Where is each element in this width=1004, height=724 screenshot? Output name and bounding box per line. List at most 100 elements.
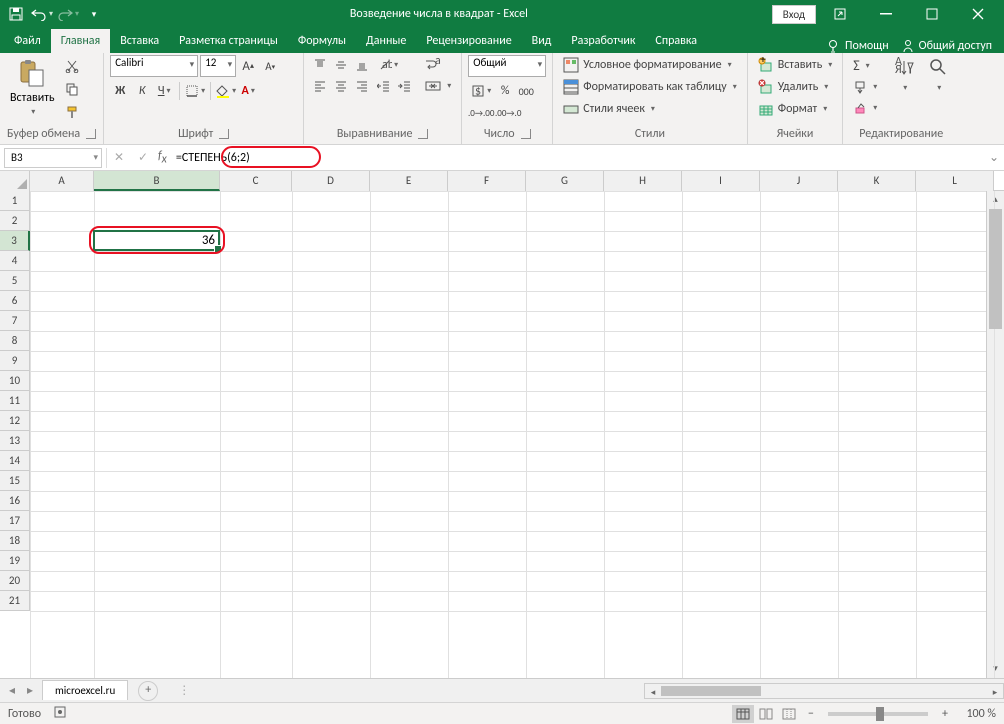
col-header-i[interactable]: I [682,171,760,191]
select-all-button[interactable] [0,171,30,191]
row-header-7[interactable]: 7 [0,311,30,331]
insert-cells-button[interactable]: +Вставить▾ [754,55,837,75]
align-right-icon[interactable] [352,76,372,96]
zoom-slider[interactable] [828,712,928,716]
row-header-1[interactable]: 1 [0,191,30,211]
increase-decimal-icon[interactable]: .0→.00 [468,103,494,123]
conditional-formatting-button[interactable]: Условное форматирование▾ [559,55,741,75]
alignment-launcher[interactable] [418,129,428,139]
percent-format-icon[interactable]: % [495,81,515,101]
wrap-text-button[interactable]: ab [421,55,455,75]
save-icon[interactable] [4,2,28,26]
row-header-12[interactable]: 12 [0,411,30,431]
clipboard-launcher[interactable] [86,129,96,139]
cut-icon[interactable] [61,55,83,77]
macro-record-icon[interactable] [53,705,67,723]
border-button[interactable]: ▾ [185,81,205,101]
name-box[interactable]: B3 [4,148,102,168]
zoom-out-button[interactable]: − [808,707,814,721]
redo-icon[interactable]: ▾ [56,2,80,26]
autosum-button[interactable]: Σ▾ [849,55,881,76]
sheet-tab[interactable]: microexcel.ru [42,680,128,700]
tab-insert[interactable]: Вставка [110,29,169,53]
zoom-level[interactable]: 100 % [956,707,996,721]
font-size-select[interactable]: 12 [200,55,236,77]
row-header-2[interactable]: 2 [0,211,30,231]
col-header-j[interactable]: J [760,171,838,191]
copy-icon[interactable] [61,78,83,100]
horizontal-scrollbar[interactable]: ◂ ▸ [644,683,1004,699]
zoom-in-button[interactable]: + [942,707,948,721]
scroll-up-icon[interactable]: ▴ [987,191,1004,209]
view-page-layout-icon[interactable] [755,705,777,723]
find-select-button[interactable]: ▾ [923,55,953,95]
row-header-4[interactable]: 4 [0,251,30,271]
row-header-3[interactable]: 3 [0,231,30,251]
fill-button[interactable]: ▾ [849,77,881,97]
scroll-left-icon[interactable]: ◂ [645,684,661,702]
hscroll-thumb[interactable] [661,686,761,696]
font-name-select[interactable]: Calibri [110,55,198,77]
vscroll-thumb[interactable] [989,209,1002,329]
row-header-6[interactable]: 6 [0,291,30,311]
view-page-break-icon[interactable] [778,705,800,723]
underline-button[interactable]: Ч▾ [154,81,174,101]
tab-file[interactable]: Файл [4,29,51,53]
expand-formula-bar-icon[interactable]: ⌄ [984,150,1004,165]
align-top-icon[interactable] [310,55,330,75]
increase-font-icon[interactable]: A▴ [238,56,258,76]
paste-button[interactable]: Вставить▾ [6,55,59,119]
row-header-10[interactable]: 10 [0,371,30,391]
col-header-g[interactable]: G [526,171,604,191]
format-as-table-button[interactable]: Форматировать как таблицу▾ [559,77,741,97]
tab-data[interactable]: Данные [356,29,416,53]
accounting-format-icon[interactable]: $▾ [468,81,494,101]
zoom-thumb[interactable] [876,707,884,721]
tell-me[interactable]: Помощн [827,39,889,53]
bold-button[interactable]: Ж [110,81,130,101]
tab-developer[interactable]: Разработчик [561,29,645,53]
col-header-l[interactable]: L [916,171,994,191]
tab-nav-next[interactable]: ▸ [22,683,38,698]
view-normal-icon[interactable] [732,705,754,723]
enter-formula-icon[interactable]: ✓ [131,148,155,168]
decrease-decimal-icon[interactable]: .00→.0 [495,103,521,123]
col-header-c[interactable]: C [220,171,292,191]
row-header-19[interactable]: 19 [0,551,30,571]
tab-view[interactable]: Вид [522,29,562,53]
comma-format-icon[interactable]: 000 [516,81,536,101]
align-middle-icon[interactable] [331,55,351,75]
login-button[interactable]: Вход [772,5,816,24]
orientation-icon[interactable]: ab▾ [374,55,402,75]
font-color-button[interactable]: А▾ [238,81,258,101]
maximize-icon[interactable] [910,0,954,28]
decrease-indent-icon[interactable] [374,76,394,96]
row-header-8[interactable]: 8 [0,331,30,351]
row-header-21[interactable]: 21 [0,591,30,611]
row-header-11[interactable]: 11 [0,391,30,411]
formula-input[interactable] [170,148,984,168]
format-painter-icon[interactable] [61,101,83,123]
tab-formulas[interactable]: Формулы [288,29,356,53]
col-header-e[interactable]: E [370,171,448,191]
decrease-font-icon[interactable]: A▾ [260,56,280,76]
col-header-a[interactable]: A [30,171,94,191]
italic-button[interactable]: К [132,81,152,101]
tab-review[interactable]: Рецензирование [416,29,521,53]
col-header-d[interactable]: D [292,171,370,191]
number-launcher[interactable] [521,129,531,139]
row-header-5[interactable]: 5 [0,271,30,291]
vertical-scrollbar[interactable]: ▴ ▾ [986,191,1004,678]
row-header-16[interactable]: 16 [0,491,30,511]
tab-help[interactable]: Справка [645,29,707,53]
scroll-down-icon[interactable]: ▾ [987,660,1004,678]
cancel-formula-icon[interactable]: ✕ [107,148,131,168]
merge-center-button[interactable]: ▾ [421,76,455,96]
cell-styles-button[interactable]: Стили ячеек▾ [559,99,741,119]
align-center-icon[interactable] [331,76,351,96]
tab-nav-prev[interactable]: ◂ [4,683,20,698]
row-header-15[interactable]: 15 [0,471,30,491]
col-header-k[interactable]: K [838,171,916,191]
scroll-right-icon[interactable]: ▸ [987,684,1003,702]
row-header-17[interactable]: 17 [0,511,30,531]
